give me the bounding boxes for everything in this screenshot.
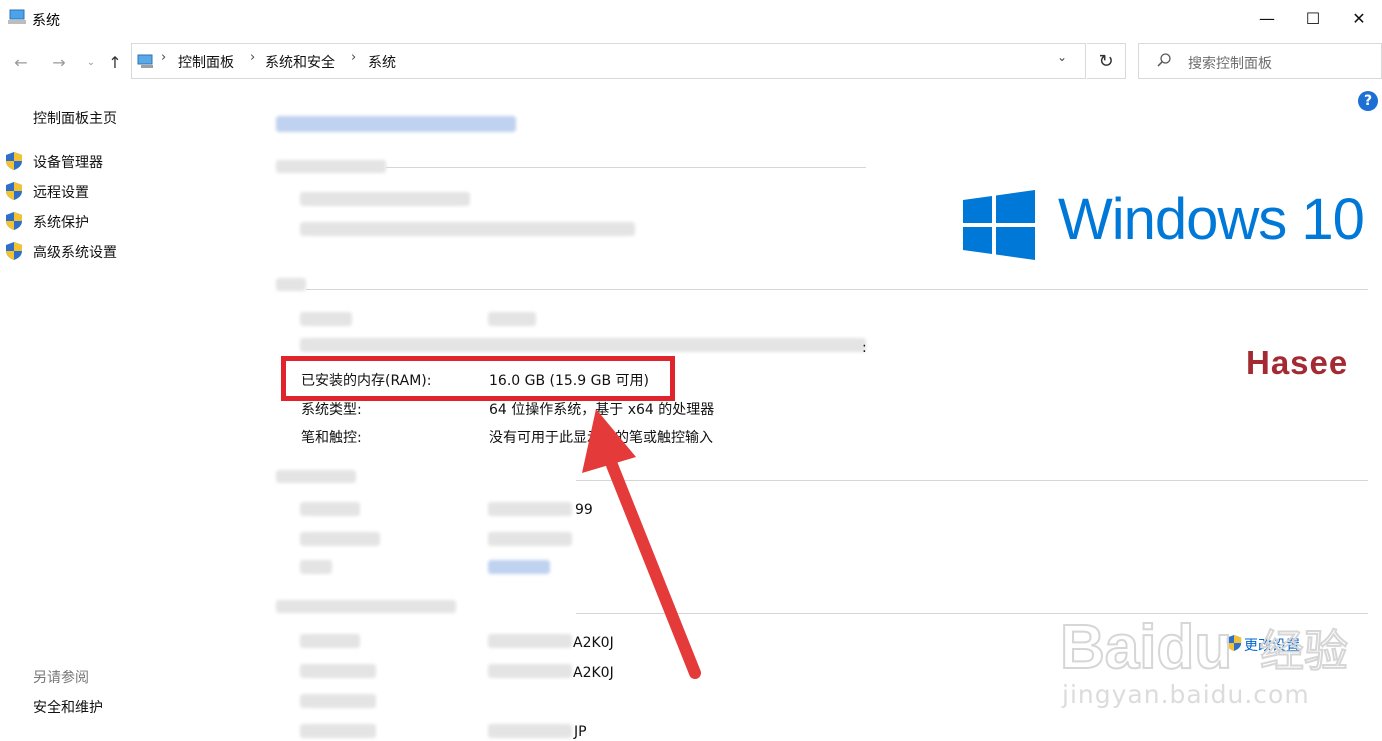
blurred-heading <box>276 160 386 173</box>
sidebar-item-advanced-settings[interactable]: 高级系统设置 <box>33 242 117 262</box>
control-panel-home-link[interactable]: 控制面板主页 <box>33 108 117 128</box>
title-bar <box>0 0 1382 36</box>
text-fragment: : <box>862 340 867 356</box>
back-arrow-icon[interactable]: ← <box>8 48 34 76</box>
baidu-watermark-text: Baidu <box>1060 613 1232 682</box>
blurred-heading <box>276 600 456 613</box>
blurred-link <box>488 560 550 574</box>
address-dropdown-chevron-icon[interactable]: ⌄ <box>1057 50 1067 64</box>
hasee-oem-logo: Hasee <box>1246 344 1349 381</box>
blurred-text <box>300 664 376 678</box>
window-title: 系统 <box>32 13 60 29</box>
refresh-button[interactable]: ↻ <box>1087 43 1126 79</box>
breadcrumb-separator-icon: › <box>161 50 167 65</box>
close-button[interactable]: ✕ <box>1336 0 1382 36</box>
blurred-text <box>300 312 352 326</box>
blurred-heading <box>276 278 306 291</box>
control-panel-icon <box>137 54 153 68</box>
search-placeholder: 搜索控制面板 <box>1188 56 1272 72</box>
blurred-link <box>276 116 516 132</box>
uac-shield-icon <box>6 242 22 260</box>
windows-10-logo-text: Windows 10 <box>1058 187 1365 252</box>
sidebar-item-remote-settings[interactable]: 远程设置 <box>33 182 89 202</box>
forward-arrow-icon[interactable]: → <box>46 48 72 76</box>
pen-touch-label: 笔和触控: <box>301 430 362 446</box>
blurred-text <box>488 724 572 738</box>
breadcrumb-separator-icon: › <box>250 50 256 65</box>
up-arrow-icon[interactable]: ↑ <box>102 48 128 76</box>
windows-logo-icon <box>963 190 1035 260</box>
help-icon[interactable]: ? <box>1358 91 1378 111</box>
blurred-text <box>488 312 536 326</box>
breadcrumb-separator-icon: › <box>351 50 357 65</box>
blurred-text <box>300 192 470 206</box>
sidebar-item-system-protection[interactable]: 系统保护 <box>33 212 89 232</box>
uac-shield-icon <box>6 182 22 200</box>
blurred-text <box>300 724 376 738</box>
maximize-button[interactable]: ☐ <box>1290 0 1336 36</box>
blurred-text <box>300 560 332 574</box>
section-separator <box>306 289 1368 290</box>
security-maintenance-link[interactable]: 安全和维护 <box>33 697 103 717</box>
blurred-text <box>300 338 866 352</box>
uac-shield-icon <box>6 212 22 230</box>
blurred-text <box>300 532 380 546</box>
search-icon <box>1157 53 1171 67</box>
minimize-button[interactable]: — <box>1244 0 1290 36</box>
breadcrumb-system[interactable]: 系统 <box>368 52 396 72</box>
refresh-icon: ↻ <box>1098 50 1114 72</box>
red-annotation-arrow <box>582 409 701 679</box>
sidebar-item-device-manager[interactable]: 设备管理器 <box>33 152 103 172</box>
blurred-text <box>300 222 635 236</box>
see-also-heading: 另请参阅 <box>33 670 89 686</box>
blurred-text <box>300 694 376 708</box>
baidu-watermark-url: jingyan.baidu.com <box>1062 680 1310 709</box>
system-type-label: 系统类型: <box>301 402 362 418</box>
text-fragment: JP <box>574 724 587 740</box>
recent-locations-chevron-icon[interactable]: ⌄ <box>78 48 104 76</box>
system-computer-icon <box>8 9 26 24</box>
breadcrumb-control-panel[interactable]: 控制面板 <box>178 52 234 72</box>
blurred-text <box>300 634 360 648</box>
breadcrumb-system-security[interactable]: 系统和安全 <box>265 52 335 72</box>
blurred-heading <box>276 470 356 483</box>
uac-shield-icon <box>6 152 22 170</box>
blurred-text <box>300 502 360 516</box>
section-separator <box>386 167 866 168</box>
baidu-watermark-cn-text: 经验 <box>1260 626 1348 677</box>
